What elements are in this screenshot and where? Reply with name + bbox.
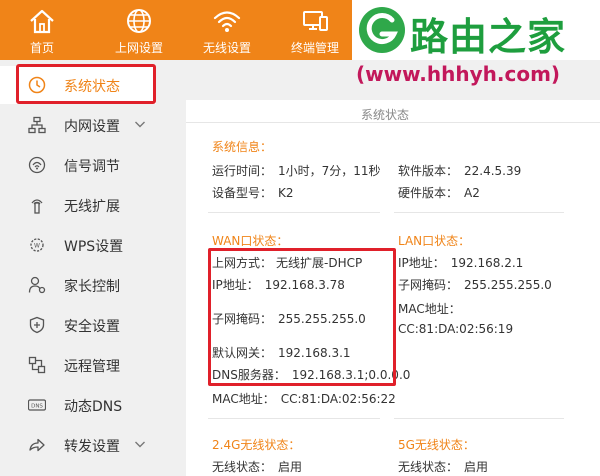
sidebar-item-label: 远程管理 [64, 359, 120, 375]
globe-icon [127, 9, 151, 33]
devices-icon [303, 11, 328, 31]
lan-ip-label: IP地址： [398, 256, 445, 270]
sidebar-item-label: 信号调节 [64, 159, 120, 175]
nav-terminal-management-label: 终端管理 [290, 41, 339, 55]
remote-icon [28, 356, 46, 374]
uptime-value: 1小时，7分，11秒 [278, 164, 381, 178]
hardware-version-value: A2 [464, 186, 480, 200]
lan-status-title: LAN口状态： [398, 234, 471, 248]
nav-internet-settings[interactable]: 上网设置 [108, 0, 170, 60]
wifi-icon [213, 11, 241, 32]
sidebar-item-label: 动态DNS [64, 399, 123, 415]
lan-mac-label: MAC地址： [398, 302, 461, 316]
divider [394, 212, 564, 213]
sidebar-item-remote-management[interactable]: 远程管理 [0, 346, 156, 384]
lan-mask-value: 255.255.255.0 [464, 278, 552, 292]
nav-home[interactable]: 首页 [14, 0, 70, 60]
home-icon [30, 9, 54, 34]
forward-icon [29, 438, 45, 452]
highlight-box-system-status [16, 64, 156, 104]
signal-icon [28, 156, 46, 174]
highlight-box-wan-status [208, 248, 396, 386]
sidebar-item-dynamic-dns[interactable]: DNS 动态DNS [0, 386, 156, 424]
wps-icon: W [30, 238, 44, 252]
watermark-logo-icon [359, 7, 405, 53]
lan-mac-value-row: CC:81:DA:02:56:19 [398, 322, 513, 336]
uptime-label: 运行时间： [212, 164, 273, 178]
page-title: 系统状态 [361, 108, 410, 122]
sidebar-item-wps-settings[interactable]: W WPS设置 [0, 226, 156, 264]
lan-mac-value: CC:81:DA:02:56:19 [398, 322, 514, 336]
sidebar-item-label: 家长控制 [64, 279, 120, 295]
divider [186, 122, 600, 123]
wan-mac-value: CC:81:DA:02:56:22 [280, 392, 396, 406]
shield-icon [29, 316, 45, 334]
watermark: 路由之家 (www.hhhyh.com) [352, 0, 600, 100]
nav-wireless-settings-label: 无线设置 [202, 41, 251, 55]
software-version-row: 软件版本： 22.4.5.39 [398, 162, 521, 179]
chevron-down-icon [135, 441, 145, 448]
sidebar-item-lan-settings[interactable]: 内网设置 [0, 106, 156, 144]
wifi5-status-label: 无线状态： [398, 460, 459, 474]
sidebar-item-wireless-extend[interactable]: 无线扩展 [0, 186, 156, 224]
lan-ip-row: IP地址： 192.168.2.1 [398, 254, 523, 271]
model-label: 设备型号： [212, 186, 273, 200]
svg-text:DNS: DNS [31, 404, 43, 410]
uptime-row: 运行时间： 1小时，7分，11秒 [212, 162, 381, 179]
divider [394, 418, 564, 419]
system-info-title: 系统信息： [212, 140, 273, 154]
wifi24-status-title: 2.4G无线状态： [212, 438, 301, 452]
software-version-label: 软件版本： [398, 164, 459, 178]
nav-home-label: 首页 [29, 41, 54, 55]
sidebar: 系统状态 内网设置 信号调节 无线扩展 W WPS设置 家长控制 安全设置 远程… [0, 60, 156, 476]
sidebar-item-label: 内网设置 [64, 119, 120, 135]
watermark-url: (www.hhhyh.com) [356, 62, 561, 86]
sidebar-item-signal-adjust[interactable]: 信号调节 [0, 146, 156, 184]
wifi5-status-value: 启用 [464, 460, 489, 474]
wan-mac-label: MAC地址： [212, 392, 275, 406]
divider [208, 212, 380, 213]
parental-icon [28, 276, 46, 294]
sidebar-item-parental-control[interactable]: 家长控制 [0, 266, 156, 304]
sidebar-item-forward-settings[interactable]: 转发设置 [0, 426, 156, 464]
hardware-version-row: 硬件版本： A2 [398, 184, 480, 201]
model-value: K2 [278, 186, 294, 200]
lan-mac-row: MAC地址： [398, 300, 461, 317]
wifi24-status-row: 无线状态： 启用 [212, 458, 302, 475]
wireless-extend-icon [31, 199, 43, 214]
chevron-down-icon [135, 121, 145, 128]
svg-text:W: W [34, 243, 40, 250]
sidebar-item-label: 无线扩展 [64, 199, 120, 215]
lan-mask-row: 子网掩码： 255.255.255.0 [398, 276, 552, 293]
dns-icon: DNS [28, 399, 46, 411]
sidebar-item-label: 转发设置 [64, 439, 120, 455]
lan-mask-label: 子网掩码： [398, 278, 459, 292]
sidebar-item-security-settings[interactable]: 安全设置 [0, 306, 156, 344]
lan-ip-value: 192.168.2.1 [450, 256, 524, 270]
divider [208, 418, 380, 419]
wifi24-status-value: 启用 [278, 460, 303, 474]
sidebar-item-label: 安全设置 [64, 319, 120, 335]
nav-wireless-settings[interactable]: 无线设置 [196, 0, 258, 60]
nav-internet-settings-label: 上网设置 [114, 41, 163, 55]
watermark-text: 路由之家 [410, 15, 567, 59]
software-version-value: 22.4.5.39 [464, 164, 522, 178]
wifi24-status-label: 无线状态： [212, 460, 273, 474]
nav-terminal-management[interactable]: 终端管理 [284, 0, 346, 60]
wifi5-status-title: 5G无线状态： [398, 438, 475, 452]
wifi5-status-row: 无线状态： 启用 [398, 458, 488, 475]
sidebar-item-label: WPS设置 [64, 239, 124, 255]
network-icon [28, 116, 46, 134]
hardware-version-label: 硬件版本： [398, 186, 459, 200]
wan-mac-row: MAC地址： CC:81:DA:02:56:22 [212, 390, 396, 407]
model-row: 设备型号： K2 [212, 184, 294, 201]
wan-status-title: WAN口状态： [212, 234, 289, 248]
